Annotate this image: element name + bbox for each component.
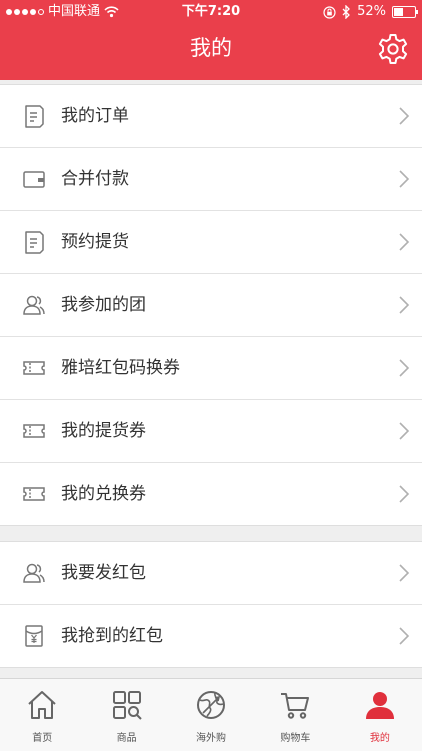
status-right: 52% [323, 0, 418, 24]
tab-cart[interactable]: 购物车 [253, 679, 337, 751]
tab-label: 购物车 [280, 733, 311, 744]
menu-item-label: 雅培红包码换券 [61, 358, 180, 378]
menu-item-my-orders[interactable]: 我的订单 [0, 85, 422, 148]
menu-item-label: 我参加的团 [61, 295, 146, 315]
tab-label: 首页 [32, 733, 53, 744]
battery-percent: 52% [357, 4, 386, 19]
document-icon [25, 105, 44, 128]
menu-item-label: 我抢到的红包 [61, 626, 163, 646]
ticket-icon [23, 487, 45, 501]
bluetooth-icon [342, 5, 351, 19]
chevron-right-icon [399, 485, 410, 503]
chevron-right-icon [399, 627, 410, 645]
menu-item-received-red-envelopes[interactable]: 我抢到的红包 [0, 605, 422, 667]
grid-search-icon [112, 691, 142, 720]
menu-group-2: 我要发红包 我抢到的红包 [0, 541, 422, 668]
tab-overseas[interactable]: 海外购 [169, 679, 253, 751]
wallet-icon [23, 171, 45, 188]
top-bar: 中国联通 下午7:20 52% 我的 [0, 0, 422, 80]
tab-bar: 首页 商品 海外购 购物车 我的 [0, 678, 422, 751]
tab-mine[interactable]: 我的 [338, 679, 422, 751]
menu-item-exchange-coupons[interactable]: 我的兑换券 [0, 463, 422, 525]
ticket-icon [23, 361, 45, 375]
gear-icon[interactable] [376, 32, 410, 66]
menu-item-abbott-voucher[interactable]: 雅培红包码换券 [0, 337, 422, 400]
chevron-right-icon [399, 107, 410, 125]
menu-item-merge-payment[interactable]: 合并付款 [0, 148, 422, 211]
menu-item-label: 我的订单 [61, 106, 129, 126]
tab-label: 海外购 [196, 733, 227, 744]
tab-label: 我的 [369, 733, 390, 744]
globe-plane-icon [197, 691, 226, 719]
tab-label: 商品 [116, 733, 137, 744]
chevron-right-icon [399, 233, 410, 251]
menu-item-my-groups[interactable]: 我参加的团 [0, 274, 422, 337]
group-icon [23, 563, 45, 583]
menu-item-label: 我的兑换券 [61, 484, 146, 504]
orientation-lock-icon [323, 5, 336, 19]
ticket-icon [23, 424, 45, 438]
chevron-right-icon [399, 296, 410, 314]
chevron-right-icon [399, 422, 410, 440]
page-title: 我的 [190, 36, 232, 60]
status-bar: 中国联通 下午7:20 52% [0, 0, 422, 24]
menu-item-label: 合并付款 [61, 169, 129, 189]
menu-item-send-red-envelope[interactable]: 我要发红包 [0, 542, 422, 605]
tab-products[interactable]: 商品 [84, 679, 168, 751]
user-icon [365, 692, 394, 719]
document-icon [25, 231, 44, 254]
chevron-right-icon [399, 359, 410, 377]
menu-item-pickup-reservation[interactable]: 预约提货 [0, 211, 422, 274]
group-icon [23, 295, 45, 315]
chevron-right-icon [399, 170, 410, 188]
home-icon [28, 691, 56, 719]
tab-home[interactable]: 首页 [0, 679, 84, 751]
menu-item-label: 预约提货 [61, 232, 129, 252]
menu-group-1: 我的订单 合并付款 预约提货 我参加的团 雅培红包码换券 我的提货券 我的兑换券 [0, 84, 422, 526]
chevron-right-icon [399, 564, 410, 582]
menu-item-label: 我要发红包 [61, 563, 146, 583]
red-envelope-icon [25, 625, 43, 647]
menu-item-label: 我的提货券 [61, 421, 146, 441]
battery-icon [392, 6, 418, 18]
menu-item-pickup-coupons[interactable]: 我的提货券 [0, 400, 422, 463]
cart-icon [281, 693, 310, 719]
battery-fill [394, 8, 404, 16]
